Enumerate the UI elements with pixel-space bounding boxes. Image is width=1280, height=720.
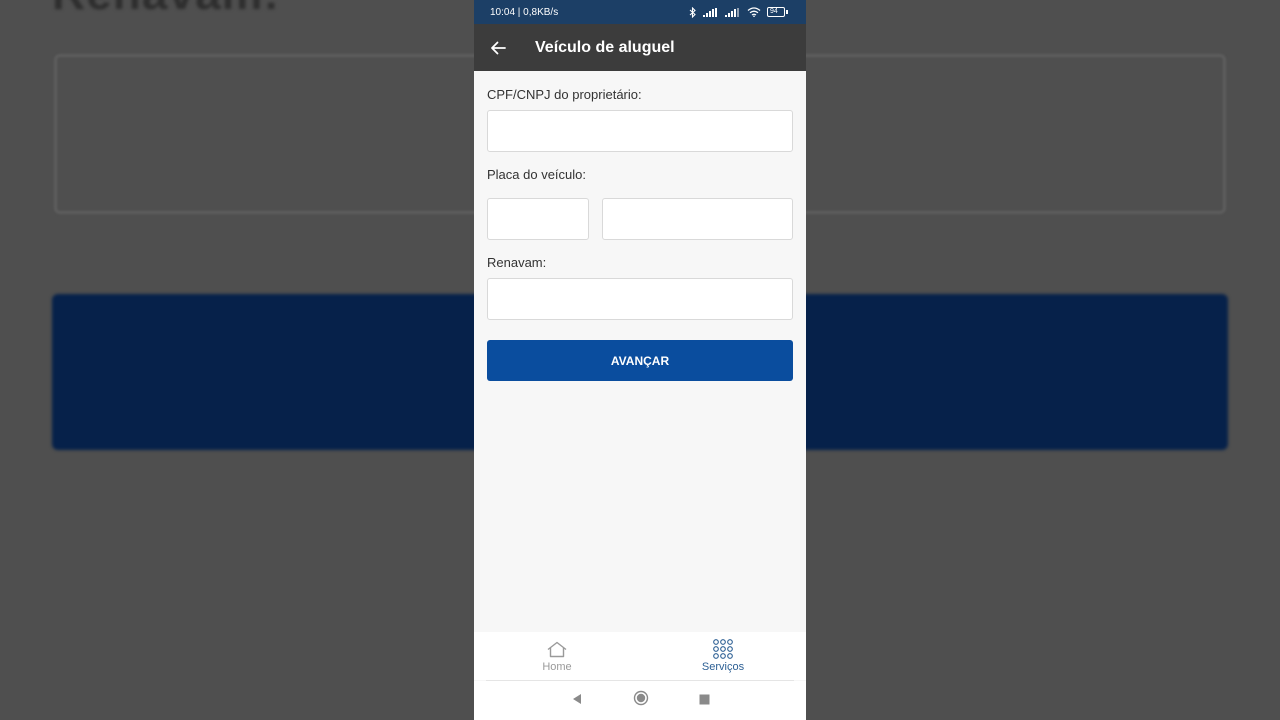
system-back-icon[interactable] <box>571 692 583 710</box>
status-icons: 94 <box>689 6 788 18</box>
plate-inputs <box>487 198 793 240</box>
system-home-icon[interactable] <box>633 690 649 711</box>
signal-strength-icon <box>703 7 719 17</box>
status-bar: 10:04 | 0,8KB/s 94 <box>474 0 806 24</box>
nav-label-home: Home <box>542 661 572 673</box>
system-recents-icon[interactable] <box>699 692 710 710</box>
plate-label: Placa do veículo: <box>487 167 587 182</box>
page-title: Veículo de aluguel <box>535 38 675 56</box>
cpf-cnpj-label: CPF/CNPJ do proprietário: <box>487 87 642 102</box>
home-icon <box>546 639 568 659</box>
battery-icon: 94 <box>767 7 788 17</box>
phone-screen: 10:04 | 0,8KB/s 94 Veículo de aluguel CP… <box>474 0 806 720</box>
nav-item-services[interactable]: Serviços <box>640 632 806 680</box>
rental-vehicle-form: CPF/CNPJ do proprietário: Placa do veícu… <box>474 87 806 381</box>
system-navigation-bar <box>474 681 806 720</box>
bottom-navigation: Home Serviços <box>474 632 806 680</box>
app-bar: Veículo de aluguel <box>474 24 806 71</box>
grid-dots-icon <box>712 639 734 659</box>
wifi-icon <box>747 7 761 17</box>
bluetooth-icon <box>689 6 697 18</box>
nav-label-services: Serviços <box>701 661 745 673</box>
arrow-left-icon[interactable] <box>488 38 508 58</box>
plate-numbers-input[interactable] <box>602 198 793 240</box>
cpf-cnpj-input[interactable] <box>487 110 793 152</box>
status-time-speed: 10:04 | 0,8KB/s <box>490 6 559 18</box>
battery-level: 94 <box>767 7 785 17</box>
nav-item-home[interactable]: Home <box>474 632 640 680</box>
advance-button[interactable]: AVANÇAR <box>487 340 793 381</box>
renavam-label: Renavam: <box>487 255 547 270</box>
signal-strength-secondary-icon <box>725 7 741 17</box>
plate-letters-input[interactable] <box>487 198 589 240</box>
background-blurred-label: Renavam: <box>52 0 280 20</box>
renavam-input[interactable] <box>487 278 793 320</box>
